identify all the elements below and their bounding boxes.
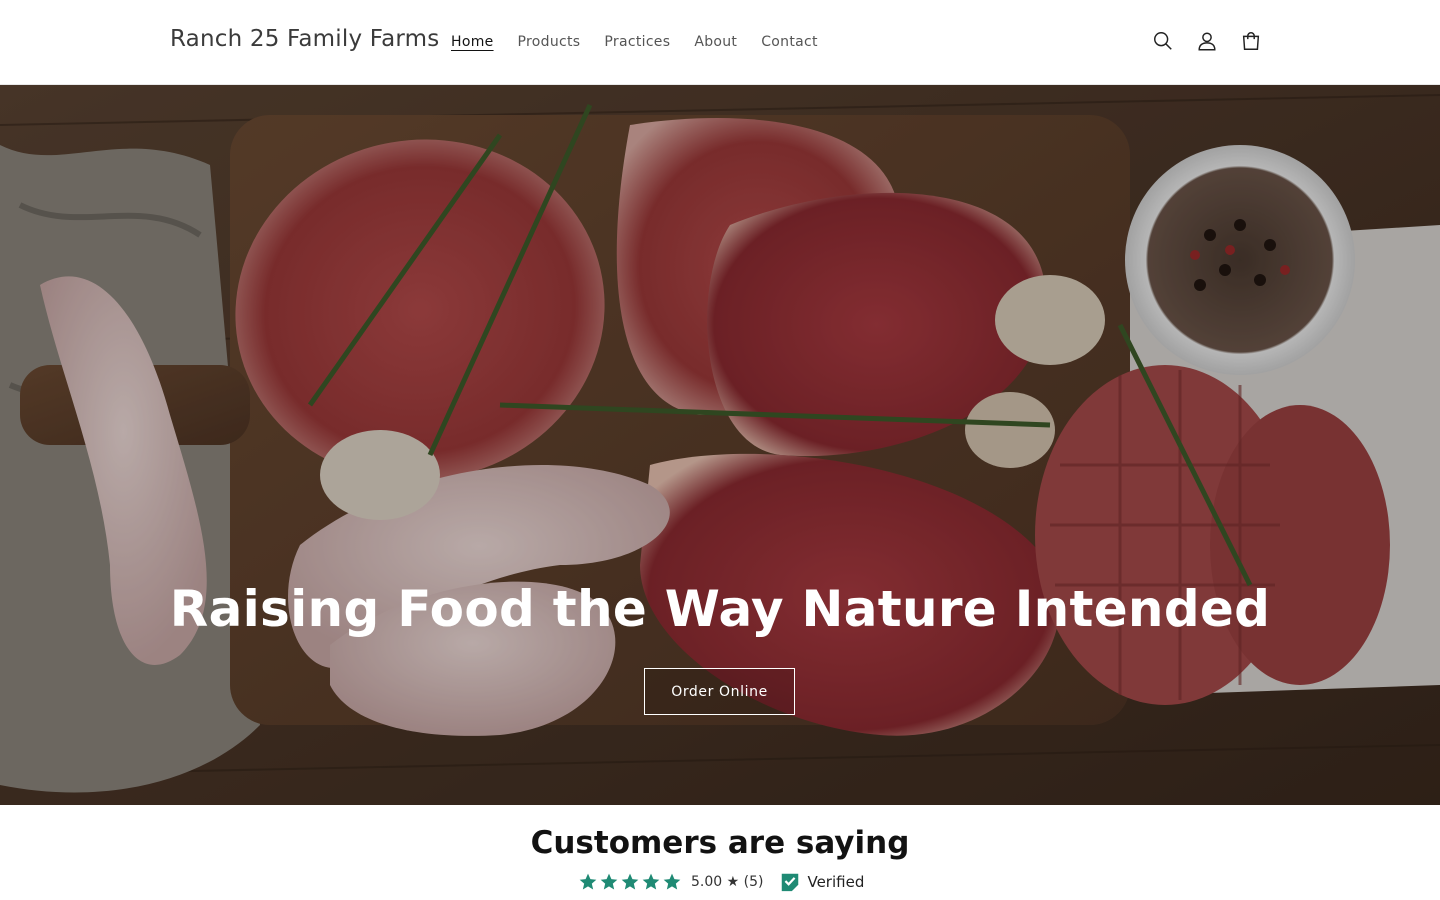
verified-label: Verified	[807, 873, 865, 891]
rating-count: (5)	[743, 874, 764, 890]
hero-banner: Raising Food the Way Nature Intended Ord…	[0, 85, 1440, 805]
rating-summary[interactable]: 5.00 ★ (5) Verified	[578, 870, 864, 894]
order-online-button[interactable]: Order Online	[644, 668, 795, 715]
header-actions	[1141, 19, 1273, 63]
nav-link-about[interactable]: About	[682, 31, 749, 53]
rating-stars	[578, 872, 683, 892]
nav-link-home[interactable]: Home	[439, 31, 506, 53]
rating-value: 5.00	[691, 874, 723, 890]
nav-link-products[interactable]: Products	[506, 31, 593, 53]
account-icon	[1198, 32, 1216, 51]
brand-logo-text[interactable]: Ranch 25 Family Farms	[170, 26, 439, 52]
verified-badge: Verified	[779, 871, 864, 893]
rating-text: 5.00 ★ (5)	[691, 874, 763, 890]
reviews-title: Customers are saying	[530, 825, 910, 861]
hero-title: Raising Food the Way Nature Intended	[169, 580, 1271, 638]
star-icon	[600, 873, 618, 890]
account-button[interactable]	[1185, 19, 1229, 63]
star-icon	[621, 873, 639, 890]
small-star-icon: ★	[726, 874, 740, 890]
nav-link-practices[interactable]: Practices	[592, 31, 682, 53]
cart-button[interactable]	[1229, 19, 1273, 63]
site-header: Ranch 25 Family Farms Home Products Prac…	[0, 0, 1440, 85]
cart-icon	[1242, 32, 1260, 50]
verified-check-icon	[782, 873, 799, 892]
search-icon	[1154, 32, 1172, 50]
search-button[interactable]	[1141, 19, 1185, 63]
star-icon	[579, 873, 597, 890]
nav-link-contact[interactable]: Contact	[749, 31, 830, 53]
main-nav: Home Products Practices About Contact	[439, 31, 830, 53]
star-icon	[663, 873, 681, 890]
star-icon	[642, 873, 660, 890]
